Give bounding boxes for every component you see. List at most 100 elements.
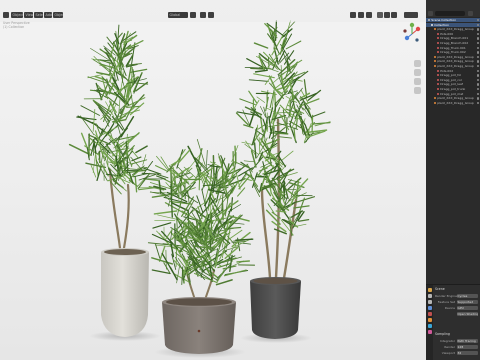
property-value-field[interactable]: Cycles [456,294,478,298]
object-icon [434,97,437,100]
mesh-icon [437,41,440,45]
3d-viewport[interactable]: Object View Select Add Object Global Use… [0,0,426,360]
side-panels: Scene Collection Collection plant_XXX_Drag… [426,0,480,360]
visibility-eye-icon[interactable] [476,42,479,45]
snap-icon[interactable] [200,12,206,18]
z-axis-icon[interactable] [409,22,415,28]
object-menu[interactable]: Object [53,12,63,18]
visibility-eye-icon[interactable] [476,78,479,82]
outliner-display-icon[interactable] [428,11,433,16]
outliner-row-label: Dragg_Trunk.001 [440,45,466,50]
material-tab-icon[interactable] [427,330,432,334]
object-icon [434,101,437,104]
foliage-group [68,20,331,286]
outliner-header [426,10,480,17]
editor-type-icon[interactable] [3,12,9,18]
taupe-pot [162,297,236,354]
camera-view-icon[interactable] [414,78,421,85]
sampling-section-title[interactable]: Sampling [435,332,479,337]
mesh-icon [437,74,440,77]
render-tab-icon[interactable] [427,294,432,298]
property-value-field[interactable]: GPU [456,306,478,310]
visibility-icon[interactable] [350,12,356,18]
view-menu[interactable]: View [24,12,33,18]
mesh-icon [437,69,440,72]
outliner[interactable]: Scene Collection Collection plant_XXX_Drag… [426,10,480,160]
visibility-eye-icon[interactable] [476,65,479,68]
visibility-eye-icon[interactable] [476,55,479,59]
transform-orientation-dropdown[interactable]: Global [168,12,188,18]
output-tab-icon[interactable] [427,300,432,304]
property-value-field[interactable]: Path Tracing [456,339,478,343]
visibility-eye-icon[interactable] [476,28,479,31]
visibility-eye-icon[interactable] [476,37,479,40]
outliner-row-label: Dragg_pot_mat [440,91,464,96]
outliner-row-label: Dragg_Branch.001 [440,36,469,41]
property-value-field[interactable]: 32 [456,351,478,355]
outliner-search-input[interactable] [435,11,465,16]
shading-rendered-icon[interactable] [391,12,397,18]
mesh-icon [437,32,440,35]
navigation-gizmo[interactable] [400,20,424,48]
perspective-toggle-icon[interactable] [414,87,421,94]
scene-tab-icon[interactable] [427,306,432,310]
select-menu[interactable]: Select [34,12,43,18]
property-row: Feature Set Supported [435,300,479,305]
property-label: Render Engine [435,294,457,298]
property-value-field[interactable]: 128 [456,345,478,349]
zoom-icon[interactable] [414,60,421,67]
object-tab-icon[interactable] [427,318,432,322]
outliner-row-label: plant_XXX_Dragg_Group [437,100,474,105]
visibility-eye-icon[interactable] [476,51,479,54]
object-icon [434,60,437,63]
filter-icon[interactable] [468,11,473,16]
outliner-row[interactable]: plant_XXX_Dragg_Group [426,101,480,105]
object-icon [434,55,437,58]
mesh-icon [437,87,440,91]
gizmo-toggle-icon[interactable] [358,12,364,18]
visibility-eye-icon[interactable] [476,97,479,100]
visibility-eye-icon[interactable] [476,92,479,95]
collection-icon [431,23,434,26]
outliner-row-label: Dragg_pot_fol [440,73,462,78]
visibility-eye-icon[interactable] [476,19,479,22]
overlay-toggle-icon[interactable] [366,12,372,18]
visibility-eye-icon[interactable] [476,46,479,49]
property-row: Device GPU [435,306,479,311]
visibility-eye-icon[interactable] [476,60,479,63]
visibility-eye-icon[interactable] [476,74,479,77]
visibility-eye-icon[interactable] [476,23,479,26]
mode-menu[interactable]: Object [11,12,23,18]
modifier-tab-icon[interactable] [427,324,432,328]
viewport-info-text: User Perspective (1) Collection [3,21,30,29]
outliner-row-label: Dragg_pot_trunk [440,87,466,91]
outliner-row-label: Dragg_Branch.002 [440,41,469,45]
pan-icon[interactable] [414,69,421,76]
left-plant-trunk [108,168,130,250]
property-label: Render [444,345,455,349]
visibility-eye-icon[interactable] [476,88,479,91]
shading-solid-icon[interactable] [377,12,383,18]
visibility-eye-icon[interactable] [476,101,479,105]
property-label: Device [444,306,455,310]
property-row: Render EngineCycles [435,294,479,299]
x-axis-icon[interactable] [415,26,421,32]
properties-editor[interactable]: Scene Render EngineCycles Feature Set Supp… [426,284,480,360]
add-menu[interactable]: Add [44,12,52,18]
outliner-row-label: Dragg_pot_col [440,77,462,82]
scene-icon [428,18,431,22]
world-tab-icon[interactable] [427,312,432,316]
proportional-edit-icon[interactable] [208,12,214,18]
visibility-eye-icon[interactable] [476,32,479,36]
tool-tab-icon[interactable] [427,288,432,292]
property-value-field[interactable]: Open Shading Language [456,312,478,316]
outliner-row-label: plant_XXX_Dragg_Group [437,96,474,101]
shading-material-icon[interactable] [384,12,390,18]
visibility-eye-icon[interactable] [476,69,479,72]
y-axis-icon[interactable] [404,35,410,41]
property-value-field[interactable]: Supported [456,300,478,304]
visibility-eye-icon[interactable] [476,83,479,86]
outliner-row-label: plant_XXX_Dragg_Group [437,27,474,32]
pivot-icon[interactable] [190,12,196,18]
shading-options-icon[interactable] [404,12,418,18]
